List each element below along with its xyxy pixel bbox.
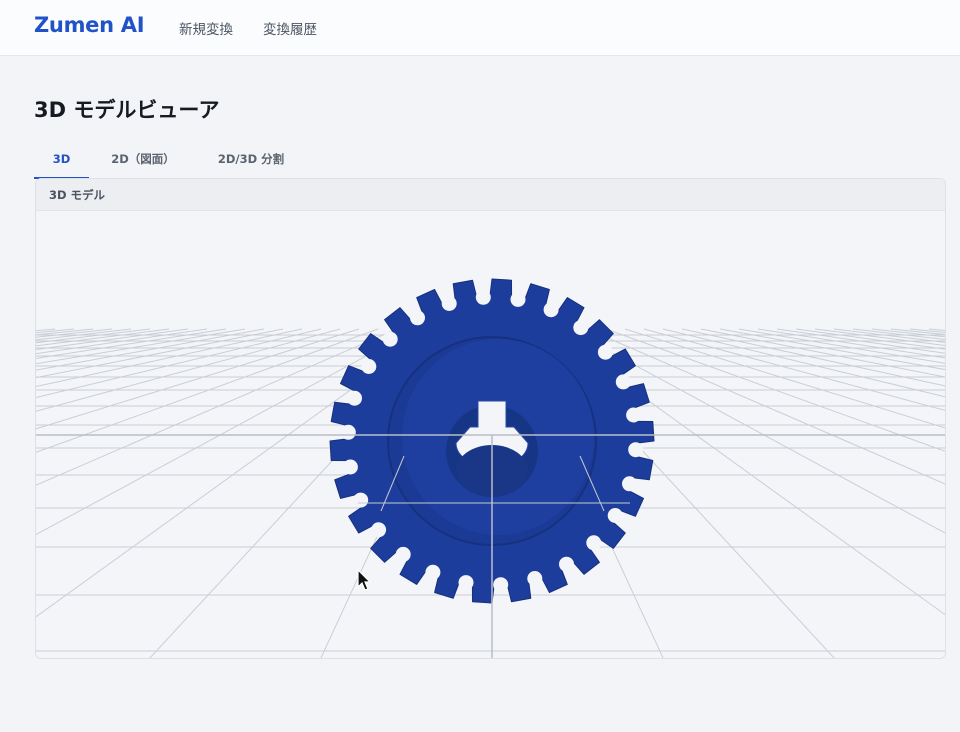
grid-line	[833, 328, 945, 343]
viewer-tabs: 3D 2D（図面） 2D/3D 分割	[34, 145, 945, 179]
grid-line	[605, 328, 945, 452]
tooth-gap	[361, 359, 377, 374]
grid-line	[36, 328, 322, 399]
grid-line	[36, 328, 151, 344]
panel-title: 3D モデル	[49, 188, 106, 202]
tooth-gap	[543, 302, 559, 318]
tooth-gap	[441, 296, 457, 311]
tooth-gap	[622, 476, 637, 492]
grid-line	[814, 328, 945, 347]
tooth-gap	[475, 289, 491, 305]
mouse-cursor-icon	[357, 569, 372, 591]
tab-3d[interactable]: 3D	[34, 145, 89, 179]
tooth-gap	[395, 546, 411, 562]
panel-header: 3D モデル	[36, 179, 945, 211]
tab-2d-drawing[interactable]: 2D（図面）	[100, 145, 186, 179]
grid-line	[36, 328, 246, 365]
grid-line	[36, 328, 170, 347]
tooth-gap	[425, 564, 441, 580]
nav-link-new-conversion[interactable]: 新規変換	[179, 18, 233, 38]
grid-line	[36, 328, 94, 336]
tooth-gap	[371, 522, 387, 538]
tooth-gap	[353, 492, 369, 508]
tooth-gap	[527, 571, 543, 586]
3d-viewport[interactable]	[36, 211, 946, 659]
tooth-gap	[340, 424, 356, 440]
tooth-gap	[586, 535, 602, 551]
tooth-gap	[493, 577, 509, 593]
tooth-gap	[410, 310, 425, 326]
tooth-gap	[573, 320, 589, 336]
page-title: 3D モデルビューア	[34, 98, 220, 122]
grid-line	[909, 328, 945, 333]
tooth-gap	[615, 374, 631, 390]
tooth-gap	[559, 556, 574, 572]
grid-line	[36, 328, 208, 355]
grid-line	[36, 328, 189, 351]
tooth-gap	[510, 291, 526, 307]
3d-scene[interactable]	[36, 211, 946, 659]
grid-line	[36, 328, 265, 371]
grid-line	[36, 328, 303, 388]
grid-line	[738, 328, 945, 364]
grid-line	[643, 328, 945, 411]
nav-link-conversion-history[interactable]: 変換履歴	[263, 18, 317, 38]
tooth-gap	[626, 407, 642, 423]
tooth-gap	[458, 575, 474, 591]
grid-line	[624, 328, 945, 429]
tab-2d-3d-split[interactable]: 2D/3D 分割	[206, 145, 296, 179]
grid-line	[662, 328, 945, 398]
model-viewer-panel: 3D モデル	[35, 178, 946, 659]
tooth-gap	[347, 390, 362, 406]
brand-logo[interactable]: Zumen AI	[34, 13, 145, 37]
tooth-gap	[382, 331, 398, 347]
tooth-gap	[342, 459, 358, 475]
grid-line	[36, 328, 341, 412]
grid-line	[36, 328, 75, 334]
grid-line	[776, 328, 945, 354]
tooth-gap	[607, 508, 623, 523]
grid-line	[681, 328, 945, 387]
tooth-gap	[597, 344, 613, 360]
grid-line	[36, 328, 360, 430]
tooth-gap	[628, 442, 644, 458]
top-navigation-bar: Zumen AI 新規変換 変換履歴	[0, 0, 960, 56]
